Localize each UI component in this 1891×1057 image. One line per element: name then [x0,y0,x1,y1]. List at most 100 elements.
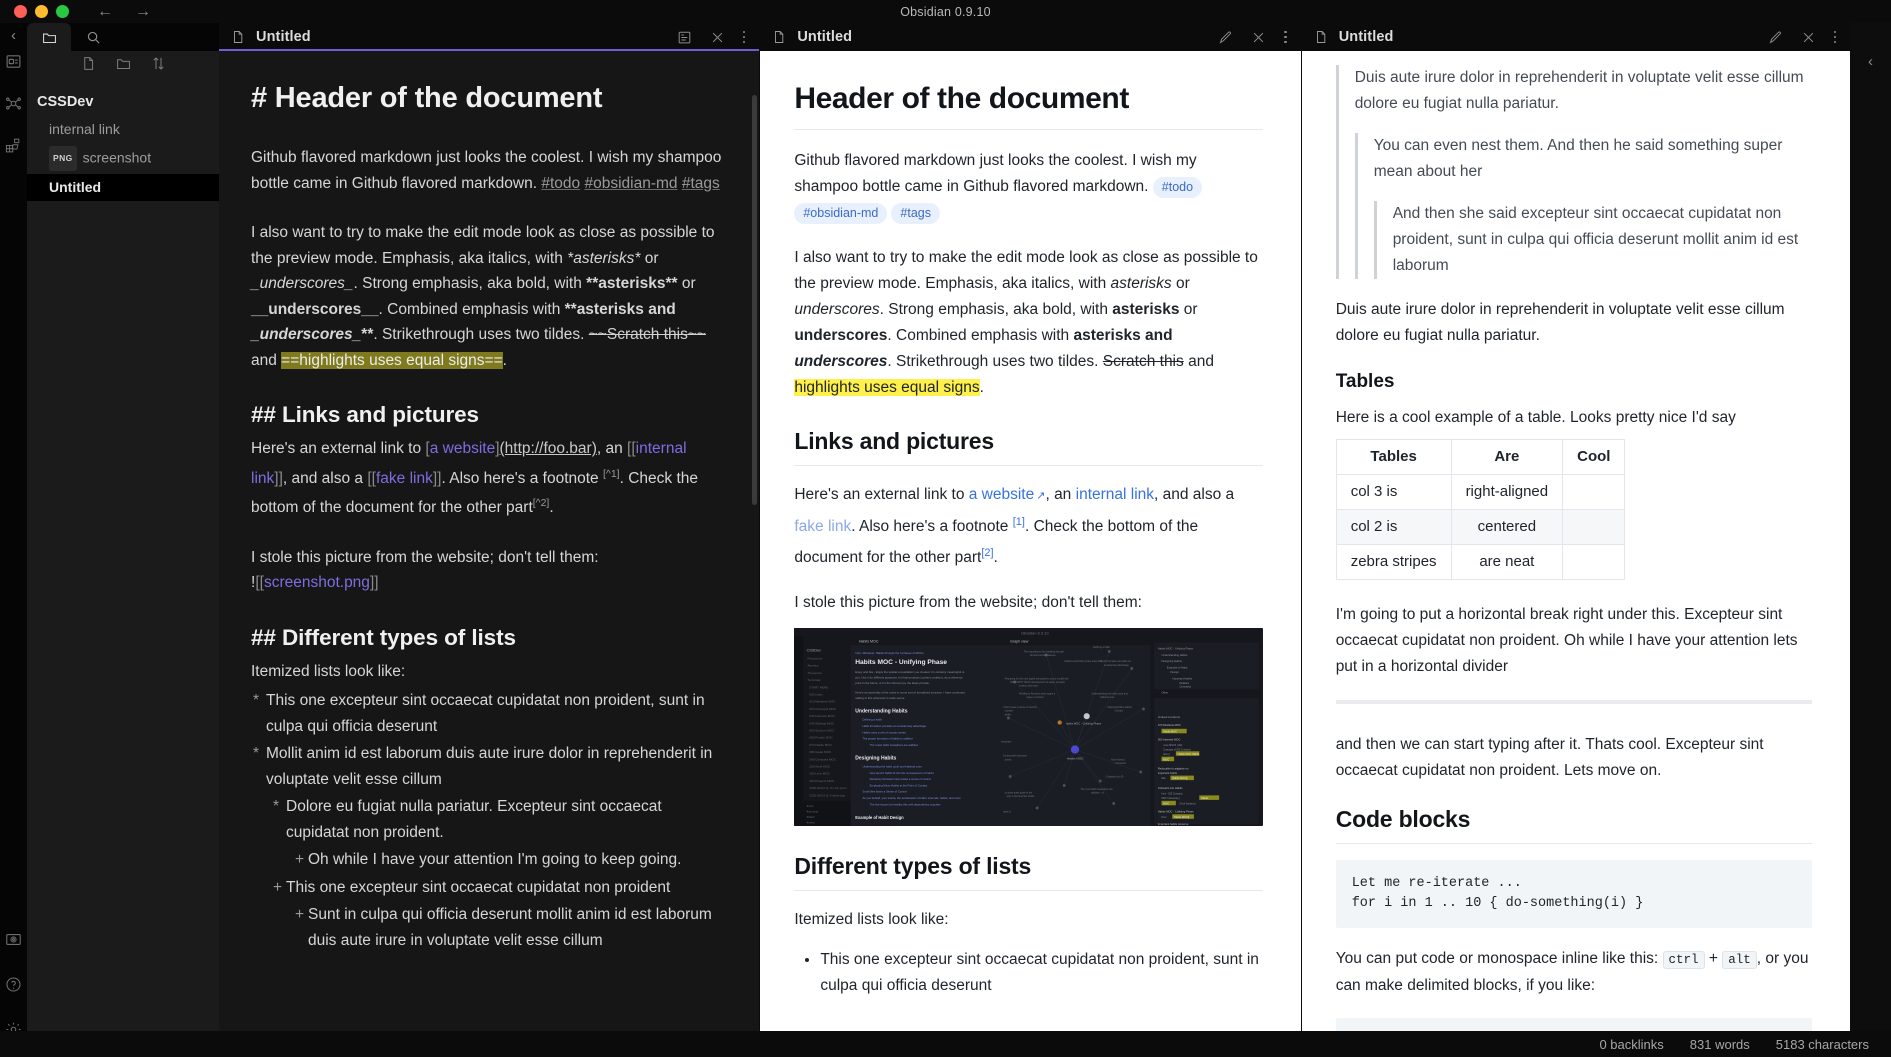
pencil-icon[interactable] [1768,30,1783,45]
svg-text:Habits MOC]]: Habits MOC]] [1173,778,1188,781]
svg-text:Example of Habit Design: Example of Habit Design [856,815,905,820]
footnote-ref-2[interactable]: [2] [981,547,993,559]
screenshot-png-embed[interactable]: Obsidian 0.9.10 CSSDev Resources Atomics … [794,628,1263,827]
svg-text:habitual cues: habitual cues [1101,697,1116,700]
source-url[interactable]: (http://foo.bar) [500,440,597,457]
svg-text:How atomic habits fit into the: How atomic habits fit into the consequen… [870,771,935,775]
list-item[interactable]: internal link [27,116,219,143]
new-folder-button[interactable] [116,56,131,76]
svg-text:The five factors for healthy t: The five factors for healthy this with d… [870,803,941,807]
change-sort-order-button[interactable] [151,56,166,76]
svg-text:Habits MOC - Colliding Phase: Habits MOC - Colliding Phase [1158,810,1194,814]
footnote-ref-1[interactable]: [1] [1013,516,1025,528]
heading-rule [794,465,1263,466]
svg-text:Understanding Habits: Understanding Habits [856,709,908,715]
kebab-icon[interactable] [1284,30,1287,44]
svg-text:070 Habits MOC: 070 Habits MOC [810,743,833,747]
svg-text:Habits MOC]]: Habits MOC]] [1174,816,1189,819]
svg-text:additive - of: additive - of [1092,792,1105,795]
tag-todo[interactable]: #todo [541,175,580,192]
horizontal-rule [1335,700,1813,704]
preview-pane-1: Untitled Header of the document Github f… [760,23,1301,1057]
rendered-paragraph-2: I also want to try to make the edit mode… [794,249,1258,396]
close-icon[interactable] [710,30,725,45]
help-icon[interactable] [4,974,24,994]
svg-text:Atomics: Atomics [808,664,819,668]
svg-text:The truest habit metaphors are: The truest habit metaphors are additive [870,743,919,747]
table-cell [1562,544,1626,580]
preview-pane-1-body[interactable]: Header of the document Github flavored m… [760,51,1300,1057]
left-ribbon: ‹ [0,23,27,1057]
internal-link[interactable]: internal link [1076,486,1154,503]
svg-text:Terminals: Terminals [808,678,822,682]
svg-text:ty down quite goals in the: ty down quite goals in the [1005,792,1033,795]
rendered-markdown-2: Duis aute irure dolor in reprehenderit i… [1302,51,1850,1057]
sidebar-item-search[interactable] [71,23,115,51]
svg-text:sense of control: sense of control [1027,697,1045,700]
close-icon[interactable] [1801,30,1816,45]
kebab-icon[interactable] [742,30,746,44]
list-item[interactable]: PNG screenshot [27,143,219,174]
markdown-table: Tables Are Cool col 3 is right-aligned c… [1335,439,1626,580]
blockquote-text: Duis aute irure dolor in reprehenderit i… [1354,69,1804,112]
svg-text:#meta: #meta [807,821,815,825]
rendered-heading-code: Code blocks [1335,806,1471,832]
collapse-right-sidebar-button[interactable]: ‹ [1850,53,1891,70]
reading-view-icon[interactable] [677,30,692,45]
table-header-cell: Are [1450,439,1564,475]
svg-text:#moc: #moc [807,804,815,808]
close-icon[interactable] [1251,30,1266,45]
backlinks-count[interactable]: 0 backlinks [1599,1037,1663,1052]
kebab-icon[interactable] [1833,30,1837,44]
tag-obsidian-md[interactable]: #obsidian-md [584,175,677,192]
new-note-button[interactable] [81,56,96,76]
svg-text:The proper formation of habits: The proper formation of habits is additi… [863,737,914,741]
tag-obsidian-md[interactable]: #obsidian-md [794,203,888,224]
svg-text:Defining a habit: Defining a habit [863,718,883,722]
rendered-paragraph-3: Here's an external link to a website ↗︎, … [794,486,1235,567]
svg-text:040 Writings MOC: 040 Writings MOC [810,722,836,726]
svg-text:Design: Design [1171,670,1180,674]
rendered-paragraph-after-hr: and then we can start typing after it. T… [1335,736,1764,779]
blockquote-level-3: And then she said excepteur sint occaeca… [1373,201,1812,279]
explorer-toolbar [27,51,219,81]
source-fake-link[interactable]: fake link [376,470,433,487]
canvas-icon[interactable] [4,135,24,155]
table-cell: centered [1450,509,1564,545]
collapse-sidebar-button[interactable]: ‹ [11,28,16,43]
tag-todo[interactable]: #todo [1152,177,1203,198]
vault-switcher-icon[interactable] [4,929,24,949]
svg-text:important habits: important habits [1158,771,1178,775]
svg-text:050 Sources MOC: 050 Sources MOC [810,729,836,733]
svg-text:Related: Related [1180,681,1190,685]
source-embed-screenshot[interactable]: screenshot.png [264,574,370,591]
editor-pane-body[interactable]: # Header of the document Github flavored… [219,51,759,1057]
svg-text:070 Mindsets MOC: 070 Mindsets MOC [1158,723,1181,727]
rendered-heading-1: Header of the document [794,82,1129,115]
markdown-source[interactable]: # Header of the document Github flavored… [219,51,759,953]
pencil-icon[interactable] [1218,30,1233,45]
rendered-paragraph-1: Github flavored markdown just looks the … [794,148,1262,226]
sidebar-item-file-explorer[interactable] [27,23,71,51]
svg-text:As you behold, your inertia, t: As you behold, your inertia, the acceler… [863,796,962,800]
preview-pane-2-body[interactable]: Duis aute irure dolor in reprehenderit i… [1302,51,1850,1057]
inline-code-ctrl: ctrl [1662,951,1705,969]
character-count[interactable]: 5183 characters [1776,1037,1869,1052]
open-vault-icon[interactable] [4,51,24,71]
editor-scrollbar[interactable] [752,95,758,505]
file-explorer-sidebar: CSSDev internal link PNG screenshot Untit… [27,23,219,1057]
word-count[interactable]: 831 words [1690,1037,1750,1052]
rendered-list: This one excepteur sint occaecat cupidat… [794,947,1262,999]
list-item[interactable]: Untitled [27,174,219,201]
tag-tags[interactable]: #tags [682,175,720,192]
fake-link[interactable]: fake link [794,518,851,535]
external-link-website[interactable]: a website [969,486,1034,503]
tag-tags[interactable]: #tags [891,203,940,224]
svg-text:300 Projects MOC: 300 Projects MOC [810,779,836,783]
svg-text:How Atomic I: How Atomic I [1111,759,1125,762]
workspace-panes: Untitled # Header of the document Github… [219,23,1851,1057]
file-name-untitled: Untitled [49,179,102,195]
graph-view-icon[interactable] [4,93,24,113]
table-row: zebra stripes are neat [1335,544,1626,580]
svg-text:Cobwebs into ID: Cobwebs into ID [1106,776,1124,779]
